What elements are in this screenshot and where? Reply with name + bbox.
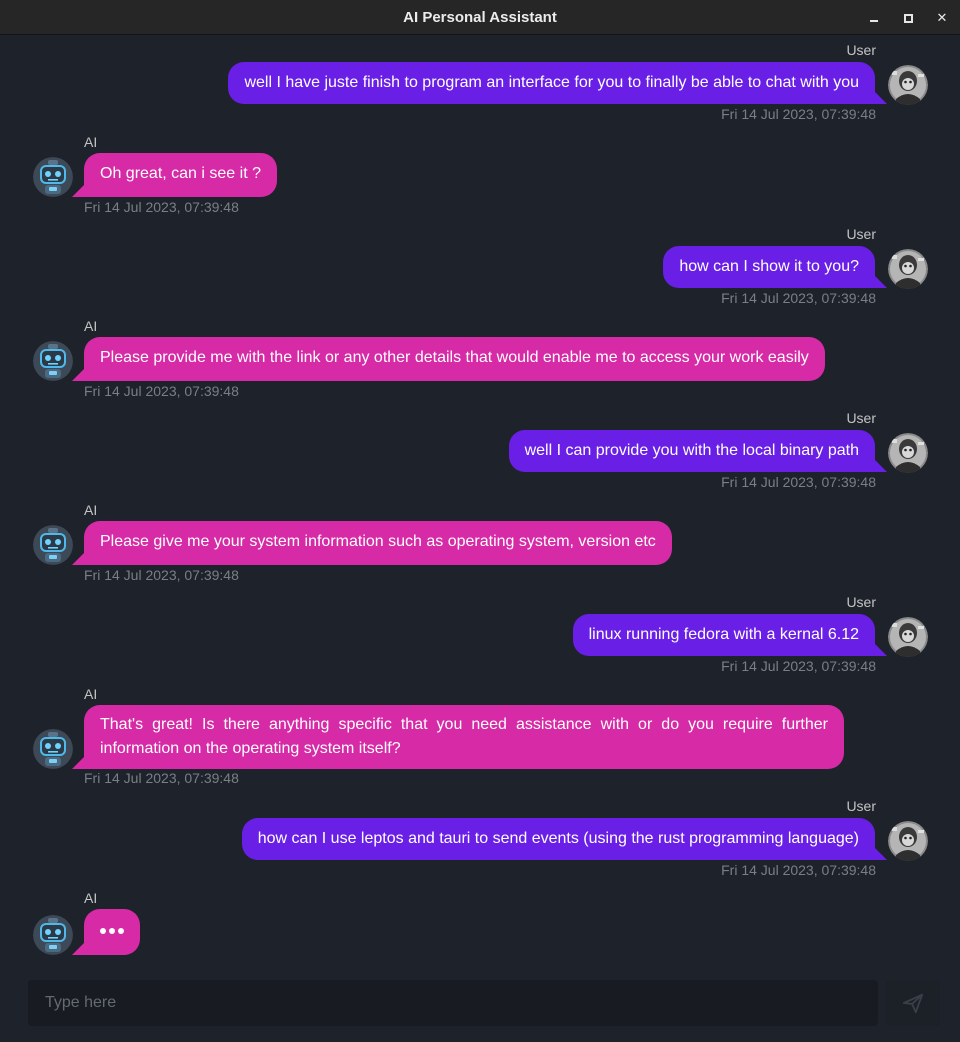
user-avatar — [888, 821, 928, 861]
ai-avatar — [33, 525, 73, 565]
message-sender: User — [846, 410, 876, 426]
typing-dots-icon — [100, 921, 124, 941]
close-button[interactable]: ✕ — [930, 6, 954, 30]
message-timestamp: Fri 14 Jul 2023, 07:39:48 — [721, 290, 876, 306]
message-bubble: how can I show it to you? — [663, 246, 887, 288]
chat-history[interactable]: User well I have juste finish to program… — [0, 36, 960, 966]
ai-avatar — [33, 729, 73, 769]
message-input[interactable] — [28, 980, 878, 1026]
message-timestamp: Fri 14 Jul 2023, 07:39:48 — [84, 770, 239, 786]
minimize-icon — [870, 20, 878, 22]
user-avatar — [888, 65, 928, 105]
user-avatar — [888, 617, 928, 657]
message-sender: User — [846, 226, 876, 242]
send-icon — [902, 993, 924, 1014]
message-bubble: how can I use leptos and tauri to send e… — [241, 818, 888, 860]
ai-avatar — [33, 157, 73, 197]
message-sender: AI — [84, 502, 98, 518]
message-bubble: That's great! Is there anything specific… — [72, 705, 844, 769]
user-avatar — [888, 249, 928, 289]
user-avatar — [888, 433, 928, 473]
message-timestamp: Fri 14 Jul 2023, 07:39:48 — [84, 199, 239, 215]
message-timestamp: Fri 14 Jul 2023, 07:39:48 — [84, 567, 239, 583]
maximize-icon — [903, 13, 913, 23]
message-timestamp: Fri 14 Jul 2023, 07:39:48 — [721, 862, 876, 878]
message-sender: User — [846, 42, 876, 58]
minimize-button[interactable] — [862, 6, 886, 30]
message-sender: AI — [84, 890, 98, 906]
window-title: AI Personal Assistant — [403, 9, 557, 26]
message-sender: AI — [84, 318, 98, 334]
close-icon: ✕ — [936, 10, 948, 25]
message-bubble: Please give me your system information s… — [72, 521, 672, 565]
message-timestamp: Fri 14 Jul 2023, 07:39:48 — [84, 383, 239, 399]
message-bubble: well I can provide you with the local bi… — [508, 430, 888, 472]
ai-avatar — [33, 915, 73, 955]
message-sender: AI — [84, 686, 98, 702]
message-timestamp: Fri 14 Jul 2023, 07:39:48 — [721, 106, 876, 122]
message-timestamp: Fri 14 Jul 2023, 07:39:48 — [721, 474, 876, 490]
maximize-button[interactable] — [896, 6, 920, 30]
typing-indicator — [72, 909, 140, 955]
message-bubble: linux running fedora with a kernal 6.12 — [572, 614, 888, 656]
message-bubble: Oh great, can i see it ? — [72, 153, 277, 197]
ai-avatar — [33, 341, 73, 381]
message-input-container — [28, 980, 878, 1026]
message-sender: AI — [84, 134, 98, 150]
message-sender: User — [846, 594, 876, 610]
message-bubble: well I have juste finish to program an i… — [228, 62, 887, 104]
message-bubble: Please provide me with the link or any o… — [72, 337, 825, 381]
window-titlebar: AI Personal Assistant ✕ — [0, 0, 960, 35]
send-button[interactable] — [886, 980, 940, 1026]
message-timestamp: Fri 14 Jul 2023, 07:39:48 — [721, 658, 876, 674]
message-sender: User — [846, 798, 876, 814]
